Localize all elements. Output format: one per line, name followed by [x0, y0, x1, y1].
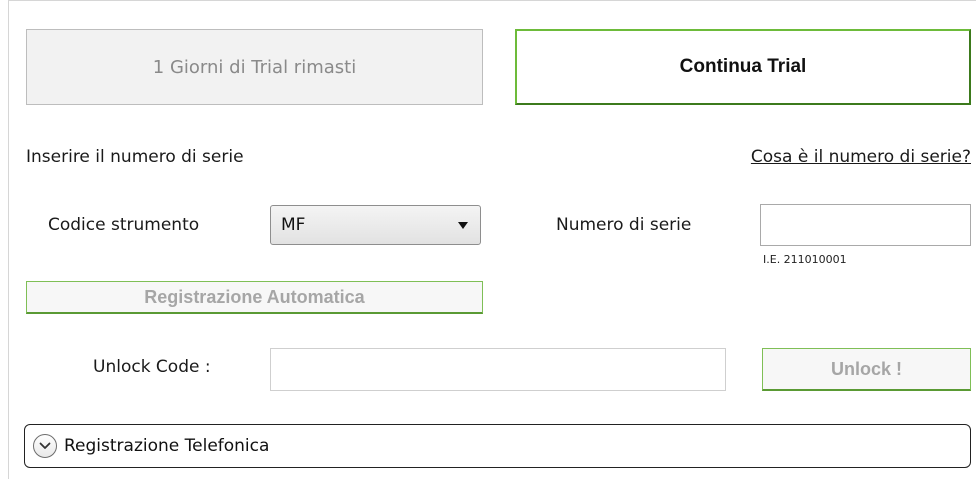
unlock-button-label: Unlock ! — [830, 358, 902, 379]
phone-registration-expander[interactable]: Registrazione Telefonica — [24, 424, 971, 468]
auto-registration-button[interactable]: Registrazione Automatica — [26, 281, 483, 314]
unlock-code-label: Unlock Code : — [93, 357, 211, 377]
phone-registration-label: Registrazione Telefonica — [64, 436, 270, 456]
registration-panel: 1 Giorni di Trial rimasti Continua Trial… — [0, 0, 976, 479]
serial-example-hint: I.E. 211010001 — [763, 253, 847, 266]
trial-days-remaining: 1 Giorni di Trial rimasti — [26, 29, 483, 105]
tool-code-label: Codice strumento — [48, 215, 200, 235]
unlock-button[interactable]: Unlock ! — [762, 348, 971, 391]
trial-days-label: 1 Giorni di Trial rimasti — [152, 56, 357, 78]
continue-trial-label: Continua Trial — [679, 56, 807, 77]
serial-number-input[interactable] — [760, 204, 971, 246]
unlock-code-input[interactable] — [270, 348, 726, 391]
serial-number-label: Numero di serie — [556, 215, 692, 235]
serial-prompt: Inserire il numero di serie — [26, 147, 244, 167]
continue-trial-button[interactable]: Continua Trial — [515, 29, 971, 105]
tool-code-select[interactable]: MF — [270, 205, 481, 245]
chevron-down-icon — [458, 221, 468, 229]
expand-chevron-icon[interactable] — [33, 434, 57, 458]
auto-registration-label: Registrazione Automatica — [144, 286, 365, 307]
serial-help-link[interactable]: Cosa è il numero di serie? — [751, 147, 971, 167]
tool-code-value: MF — [281, 215, 306, 235]
panel-border-top — [8, 0, 976, 10]
panel-border-left — [8, 0, 9, 479]
